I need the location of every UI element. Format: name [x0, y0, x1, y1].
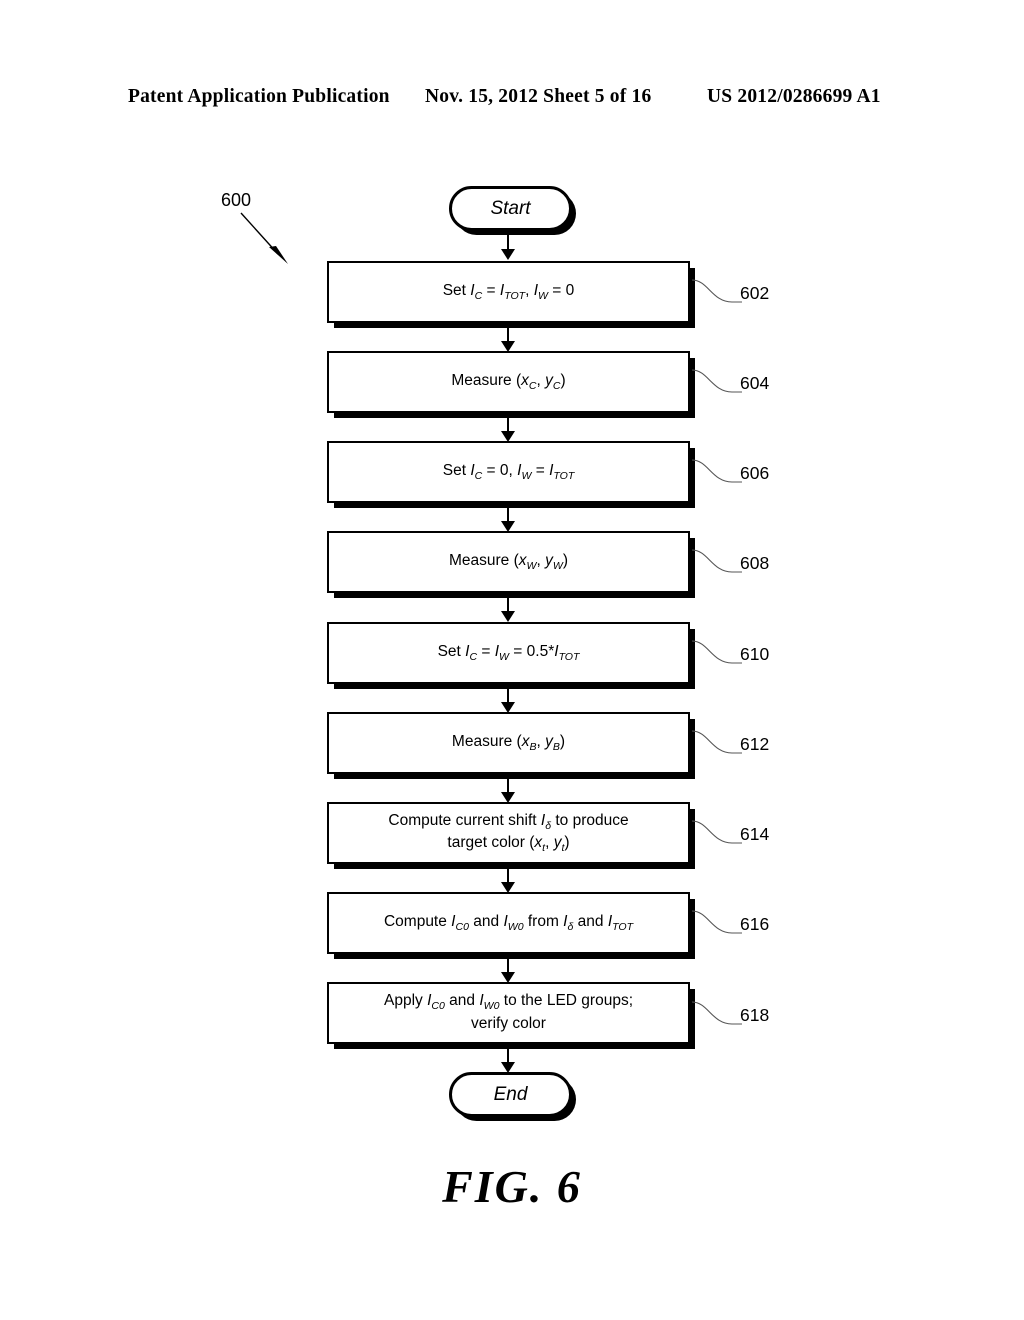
- reference-label-608: 608: [740, 553, 770, 573]
- flow-step-618-label: Apply IC0 and IW0 to the LED groups; veri…: [383, 992, 634, 1032]
- flow-step-614: Compute current shift Iδ to produce targe…: [327, 802, 690, 864]
- flow-terminator-start: Start: [449, 186, 572, 231]
- reference-label-610: 610: [740, 644, 770, 664]
- flow-step-612-label: Measure (xB, yB): [451, 732, 566, 753]
- flow-step-618: Apply IC0 and IW0 to the LED groups; veri…: [327, 982, 690, 1044]
- start-label: Start: [490, 197, 531, 219]
- reference-label-604: 604: [740, 373, 770, 393]
- figure-reference-leader-arrow: [240, 212, 288, 264]
- flow-step-610-label: Set IC = IW = 0.5*ITOT: [437, 642, 580, 663]
- flow-step-606: Set IC = 0, IW = ITOT: [327, 441, 690, 503]
- reference-label-616: 616: [740, 914, 770, 934]
- reference-label-614: 614: [740, 824, 770, 844]
- arrowhead-to-602: [501, 249, 515, 260]
- flow-step-602-label: Set IC = ITOT, IW = 0: [442, 281, 575, 302]
- reference-label-618: 618: [740, 1005, 770, 1025]
- flow-step-606-label: Set IC = 0, IW = ITOT: [442, 461, 575, 482]
- flow-step-610: Set IC = IW = 0.5*ITOT: [327, 622, 690, 684]
- arrowhead-to-610: [501, 611, 515, 622]
- flow-step-604-label: Measure (xC, yC): [451, 371, 566, 392]
- flow-step-612: Measure (xB, yB): [327, 712, 690, 774]
- flow-step-608-label: Measure (xW, yW): [449, 551, 568, 572]
- reference-label-612: 612: [740, 734, 770, 754]
- figure-caption: FIG. 6: [442, 1161, 582, 1212]
- flow-step-616: Compute IC0 and IW0 from Iδ and ITOT: [327, 892, 690, 954]
- flow-step-614-label: Compute current shift Iδ to produce targe…: [388, 811, 629, 855]
- reference-label-606: 606: [740, 463, 770, 483]
- flow-terminator-end: End: [449, 1072, 572, 1117]
- figure-reference-600: 600: [221, 190, 252, 210]
- flowchart-figure-600: 600 Start Set IC = ITOT, IW = 0 602 Meas…: [0, 0, 1024, 1320]
- flow-step-616-label: Compute IC0 and IW0 from Iδ and ITOT: [383, 912, 634, 933]
- reference-label-602: 602: [740, 283, 770, 303]
- flow-step-602: Set IC = ITOT, IW = 0: [327, 261, 690, 323]
- end-label: End: [493, 1083, 528, 1105]
- flow-step-608: Measure (xW, yW): [327, 531, 690, 593]
- flow-step-604: Measure (xC, yC): [327, 351, 690, 413]
